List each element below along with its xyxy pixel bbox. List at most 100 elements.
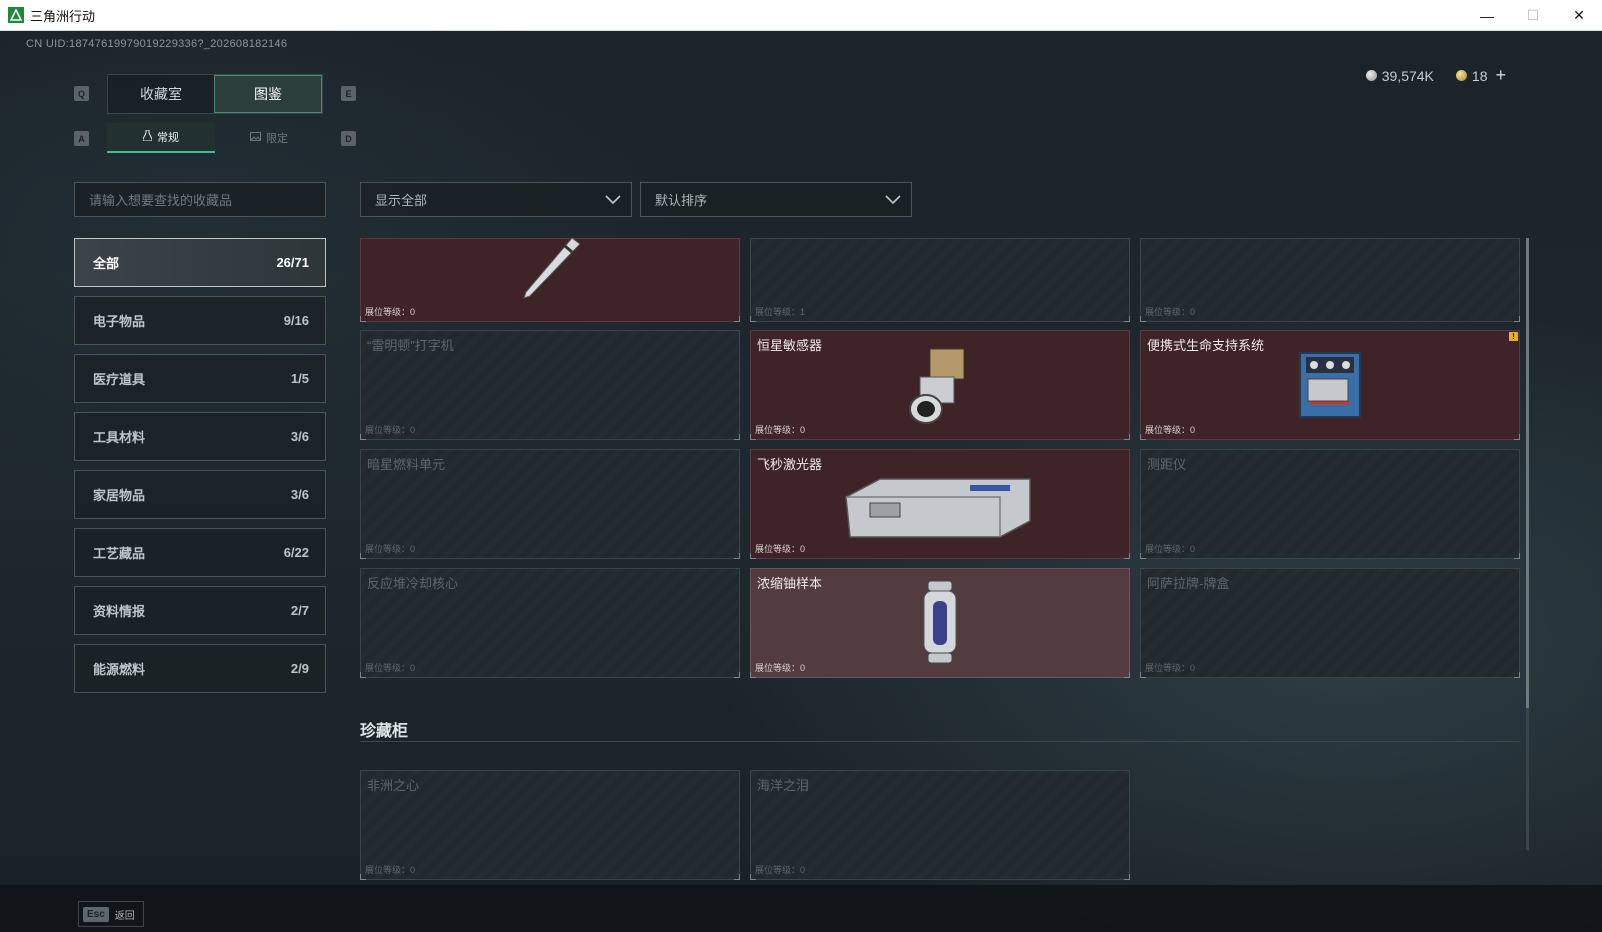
tab-limited[interactable]: 限定 [215, 123, 323, 153]
image-icon [250, 132, 261, 144]
item-card[interactable]: 展位等级：1 [750, 238, 1130, 322]
card-corner [1124, 672, 1130, 678]
category-electronics[interactable]: 电子物品 9/16 [74, 296, 326, 345]
chevron-down-icon [885, 195, 901, 205]
item-card[interactable]: 便携式生命支持系统 ! 展位等级：0 [1140, 330, 1520, 440]
back-button[interactable]: Esc 返回 [78, 901, 144, 927]
item-name: 便携式生命支持系统 [1147, 338, 1265, 353]
item-card[interactable]: 测距仪 展位等级：0 [1140, 449, 1520, 559]
main-tabs: 收藏室 图鉴 [107, 74, 323, 114]
card-corner [734, 316, 740, 322]
minimize-button[interactable]: — [1464, 0, 1510, 31]
category-count: 2/7 [290, 603, 309, 618]
category-crafts[interactable]: 工艺藏品 6/22 [74, 528, 326, 577]
card-corner [1140, 316, 1146, 322]
window-titlebar: 三角洲行动 — ☐ ✕ [0, 0, 1602, 31]
category-label: 医疗道具 [93, 372, 146, 387]
item-name: 海洋之泪 [757, 778, 810, 793]
hotkey-a: A [74, 131, 89, 146]
back-label: 返回 [114, 910, 135, 922]
category-household[interactable]: 家居物品 3/6 [74, 470, 326, 519]
display-level: 展位等级：1 [755, 307, 806, 317]
treasure-card[interactable]: 非洲之心 展位等级：0 [360, 770, 740, 880]
item-card[interactable]: 飞秒激光器 展位等级：0 [750, 449, 1130, 559]
close-button[interactable]: ✕ [1556, 0, 1602, 31]
card-corner [734, 672, 740, 678]
category-energy[interactable]: 能源燃料 2/9 [74, 644, 326, 693]
card-corner [1514, 672, 1520, 678]
item-card[interactable]: 展位等级：0 [360, 238, 740, 322]
item-name: 飞秒激光器 [757, 457, 823, 472]
tab-collection-room[interactable]: 收藏室 [108, 75, 214, 113]
item-card[interactable]: 恒星敏感器 展位等级：0 [750, 330, 1130, 440]
hotkey-e: E [341, 86, 356, 101]
card-corner [1124, 553, 1130, 559]
display-level: 展位等级：0 [755, 663, 806, 673]
hotkey-q: Q [74, 86, 89, 101]
category-tools[interactable]: 工具材料 3/6 [74, 412, 326, 461]
card-corner [1140, 434, 1146, 440]
category-label: 家居物品 [93, 488, 146, 503]
category-label: 工艺藏品 [93, 546, 146, 561]
chevron-down-icon [605, 195, 621, 205]
category-label: 全部 [93, 256, 120, 271]
treasure-card[interactable]: 海洋之泪 展位等级：0 [750, 770, 1130, 880]
tab-regular[interactable]: 常规 [107, 123, 215, 153]
maximize-button[interactable]: ☐ [1510, 0, 1556, 31]
tab-regular-label: 常规 [157, 132, 179, 144]
search-input[interactable]: 请输入想要查找的收藏品 [74, 182, 326, 217]
tab-limited-label: 限定 [266, 133, 288, 145]
category-label: 工具材料 [93, 430, 146, 445]
item-name: 恒星敏感器 [757, 338, 823, 353]
card-corner [734, 553, 740, 559]
card-corner [1514, 434, 1520, 440]
hotkey-d: D [341, 131, 356, 146]
category-count: 1/5 [290, 371, 309, 386]
item-name: 测距仪 [1147, 457, 1187, 472]
item-card[interactable]: 阿萨拉牌-牌盒 展位等级：0 [1140, 568, 1520, 678]
category-medical[interactable]: 医疗道具 1/5 [74, 354, 326, 403]
display-level: 展位等级：0 [1145, 425, 1196, 435]
card-corner [750, 434, 756, 440]
display-level: 展位等级：0 [755, 544, 806, 554]
display-level: 展位等级：0 [365, 544, 416, 554]
category-intel[interactable]: 资料情报 2/7 [74, 586, 326, 635]
item-name: 阿萨拉牌-牌盒 [1147, 576, 1230, 591]
item-name: 非洲之心 [367, 778, 420, 793]
category-all[interactable]: 全部 26/71 [74, 238, 326, 287]
category-count: 9/16 [283, 313, 309, 328]
game-viewport: CN UID:18747619979019229336?_20260818214… [0, 31, 1602, 932]
display-level: 展位等级：0 [1145, 544, 1196, 554]
coin-amount: 39,574K [1381, 67, 1434, 84]
item-card[interactable]: 展位等级：0 [1140, 238, 1520, 322]
ticket-icon [1455, 70, 1467, 81]
category-list: 全部 26/71 电子物品 9/16 医疗道具 1/5 工具材料 3/6 家居物… [74, 238, 326, 702]
item-card[interactable]: 反应堆冷却核心 展位等级：0 [360, 568, 740, 678]
card-corner [750, 672, 756, 678]
new-badge: ! [1509, 332, 1518, 341]
item-card[interactable]: 暗星燃料单元 展位等级：0 [360, 449, 740, 559]
card-corner [750, 553, 756, 559]
category-count: 3/6 [290, 487, 309, 502]
sort-dropdown-value: 默认排序 [655, 193, 708, 208]
item-card[interactable]: “雷明顿”打字机 展位等级：0 [360, 330, 740, 440]
item-name: “雷明顿”打字机 [367, 338, 454, 353]
category-count: 26/71 [276, 255, 309, 270]
life-support-icon [1299, 352, 1361, 418]
player-uid: CN UID:18747619979019229336?_20260818214… [26, 38, 288, 50]
grid-scrollbar[interactable] [1526, 238, 1529, 850]
add-currency-button[interactable]: + [1495, 65, 1506, 86]
item-name: 暗星燃料单元 [367, 457, 446, 472]
filter-dropdown[interactable]: 显示全部 [360, 182, 632, 217]
display-level: 展位等级：0 [365, 865, 416, 875]
item-card[interactable]: 浓缩铀样本 展位等级：0 [750, 568, 1130, 678]
category-label: 资料情报 [93, 604, 146, 619]
card-corner [1514, 316, 1520, 322]
window-controls: — ☐ ✕ [1464, 0, 1602, 31]
scrollbar-thumb[interactable] [1526, 238, 1529, 708]
tab-catalog[interactable]: 图鉴 [214, 75, 322, 113]
category-count: 6/22 [283, 545, 309, 560]
card-corner [360, 874, 366, 880]
sort-dropdown[interactable]: 默认排序 [640, 182, 912, 217]
card-corner [1124, 874, 1130, 880]
